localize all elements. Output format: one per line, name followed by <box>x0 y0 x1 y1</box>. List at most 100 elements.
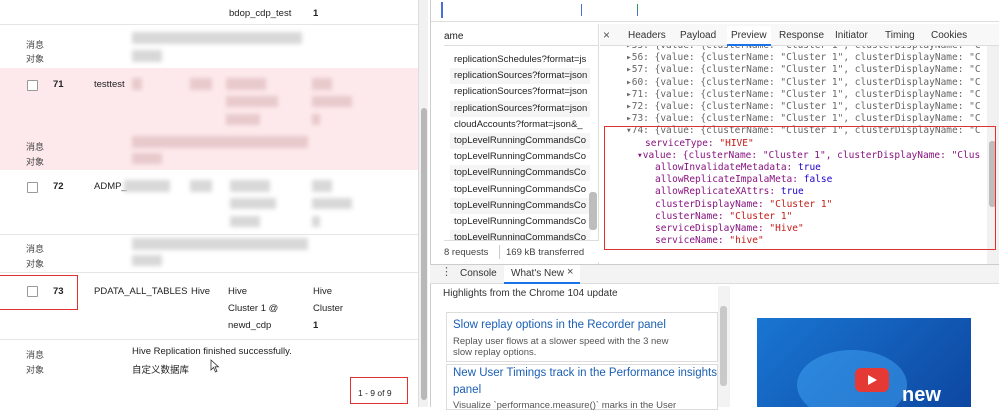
video-thumbnail[interactable]: new <box>757 318 971 407</box>
card-title[interactable]: Slow replay options in the Recorder pane… <box>453 319 666 331</box>
row-dest-count: 1 <box>313 320 319 331</box>
redacted-text <box>312 180 332 192</box>
redacted-text <box>226 114 260 125</box>
detail-tab-payload[interactable]: Payload <box>680 30 716 41</box>
pagination-info: 1 - 9 of 9 <box>358 388 392 398</box>
detail-tab-initiator[interactable]: Initiator <box>835 30 868 41</box>
close-icon[interactable]: × <box>603 28 610 42</box>
json-token: ▸71: {value: {clusterName: "Cluster 1", … <box>626 88 981 100</box>
row-id: 71 <box>53 79 64 90</box>
message-label: 消息 <box>26 40 45 50</box>
highlight-box-expanded-entry <box>604 126 996 250</box>
network-request-row[interactable]: replicationSources?format=json <box>450 84 590 100</box>
network-request-row[interactable]: topLevelRunningCommandsCo <box>450 214 590 230</box>
detail-tab-headers[interactable]: Headers <box>628 30 666 41</box>
row-message: Hive Replication finished successfully. <box>132 346 292 357</box>
drawer-heading: Highlights from the Chrome 104 update <box>443 288 618 299</box>
network-request-row[interactable]: replicationSources?format=json <box>450 68 590 85</box>
mouse-cursor-icon <box>210 359 220 373</box>
json-collapsed-entry[interactable]: ▸71: {value: {clusterName: "Cluster 1", … <box>626 89 981 101</box>
redacted-text <box>230 198 276 209</box>
detail-tab-response[interactable]: Response <box>779 30 824 41</box>
redacted-text <box>132 78 142 90</box>
table-row-71[interactable]: 71 testtest 消息 对象 <box>0 68 418 170</box>
redacted-text <box>132 50 162 62</box>
object-label: 对象 <box>26 259 45 269</box>
row-name: PDATA_ALL_TABLES <box>94 286 188 297</box>
redacted-text <box>226 96 278 107</box>
transferred-size: 169 kB transferred <box>506 247 585 258</box>
redacted-text <box>312 216 320 227</box>
message-label: 消息 <box>26 142 45 152</box>
card-title[interactable]: panel <box>453 384 481 396</box>
network-request-row[interactable]: cloudAccounts?format=json&_ <box>450 117 590 133</box>
row-dest-service: Hive <box>313 286 333 297</box>
request-list-scrollbar[interactable] <box>589 192 597 230</box>
redacted-text <box>132 136 308 148</box>
row-source-name: newd_cdp <box>228 320 272 331</box>
json-token: ▸55: {value: {clusterName: "Cluster 1", … <box>626 46 981 51</box>
redacted-text <box>312 96 352 107</box>
network-request-row[interactable]: topLevelRunningCommandsCo <box>450 165 590 182</box>
card-title[interactable]: New User Timings track in the Performanc… <box>453 367 717 379</box>
json-collapsed-entry[interactable]: ▸55: {value: {clusterName: "Cluster 1", … <box>626 46 981 52</box>
name-column-header: ame <box>444 31 464 42</box>
row-source-cluster: Cluster 1 @ <box>228 303 279 314</box>
row-name: ADMP_ <box>94 181 127 192</box>
redacted-text <box>190 180 212 192</box>
network-request-row[interactable]: replicationSchedules?format=js <box>450 52 590 68</box>
json-collapsed-entry[interactable]: ▸60: {value: {clusterName: "Cluster 1", … <box>626 77 981 89</box>
row-type: Hive <box>191 286 211 297</box>
json-token: ▸73: {value: {clusterName: "Cluster 1", … <box>626 113 981 125</box>
card-desc: slow replay options. <box>453 347 537 358</box>
row-checkbox[interactable] <box>27 80 38 91</box>
card-desc: Visualize `performance.measure()` marks … <box>453 400 677 411</box>
row-dest-cluster: Cluster <box>313 303 344 314</box>
redacted-text <box>132 153 162 164</box>
whats-new-card-2[interactable]: New User Timings track in the Performanc… <box>446 364 718 411</box>
redacted-text <box>190 78 212 90</box>
redacted-text <box>230 180 270 192</box>
message-label: 消息 <box>26 350 45 360</box>
drawer-tab-console[interactable]: Console <box>460 268 497 279</box>
top-row-queue: bdop_cdp_test <box>229 8 292 19</box>
drawer-tab-whats-new-label: What's New <box>511 268 565 279</box>
redacted-text <box>226 78 266 90</box>
redacted-text <box>132 32 302 44</box>
network-request-row[interactable]: topLevelRunningCommandsCo <box>450 197 590 214</box>
network-request-row[interactable]: topLevelRunningCommandsCo <box>450 133 590 149</box>
json-token: ▸57: {value: {clusterName: "Cluster 1", … <box>626 64 981 76</box>
request-count: 8 requests <box>444 247 489 258</box>
play-icon[interactable] <box>855 368 889 392</box>
json-collapsed-entry[interactable]: ▸57: {value: {clusterName: "Cluster 1", … <box>626 64 981 76</box>
row-checkbox[interactable] <box>27 182 38 193</box>
left-scrollbar[interactable] <box>418 0 428 407</box>
detail-tab-timing[interactable]: Timing <box>885 30 915 41</box>
whats-new-card-1[interactable]: Slow replay options in the Recorder pane… <box>446 312 718 362</box>
json-collapsed-entry[interactable]: ▸56: {value: {clusterName: "Cluster 1", … <box>626 52 981 64</box>
network-request-row[interactable]: topLevelRunningCommandsCo <box>450 182 590 198</box>
network-request-row[interactable]: replicationSources?format=json <box>450 100 590 117</box>
json-collapsed-entry[interactable]: ▸73: {value: {clusterName: "Cluster 1", … <box>626 113 981 125</box>
json-collapsed-entry[interactable]: ▸72: {value: {clusterName: "Cluster 1", … <box>626 101 981 113</box>
replication-table-panel: bdop_cdp_test 1 消息 对象 71 testtest 消息 对象 … <box>0 0 418 407</box>
json-token: ▸72: {value: {clusterName: "Cluster 1", … <box>626 101 981 112</box>
object-label: 对象 <box>26 54 45 64</box>
highlight-box-row-id <box>0 275 78 310</box>
close-icon[interactable]: × <box>567 266 573 278</box>
table-row-72[interactable]: 72 ADMP_ 消息 对象 <box>0 170 418 272</box>
redacted-text <box>132 255 162 266</box>
drawer-menu-icon[interactable]: ⋮ <box>441 265 452 278</box>
row-object: 自定义数据库 <box>132 365 190 376</box>
redacted-text <box>312 114 320 125</box>
redacted-text <box>312 198 352 209</box>
top-row-count: 1 <box>313 8 319 19</box>
detail-tab-preview[interactable]: Preview <box>731 30 767 41</box>
card-desc: Replay user flows at a slower speed with… <box>453 336 669 347</box>
detail-tab-cookies[interactable]: Cookies <box>931 30 967 41</box>
redacted-text <box>312 78 332 90</box>
redacted-text <box>230 216 260 227</box>
network-request-row[interactable]: topLevelRunningCommandsCo <box>450 149 590 165</box>
drawer-scrollbar[interactable] <box>718 286 730 407</box>
row-name: testtest <box>94 79 125 90</box>
